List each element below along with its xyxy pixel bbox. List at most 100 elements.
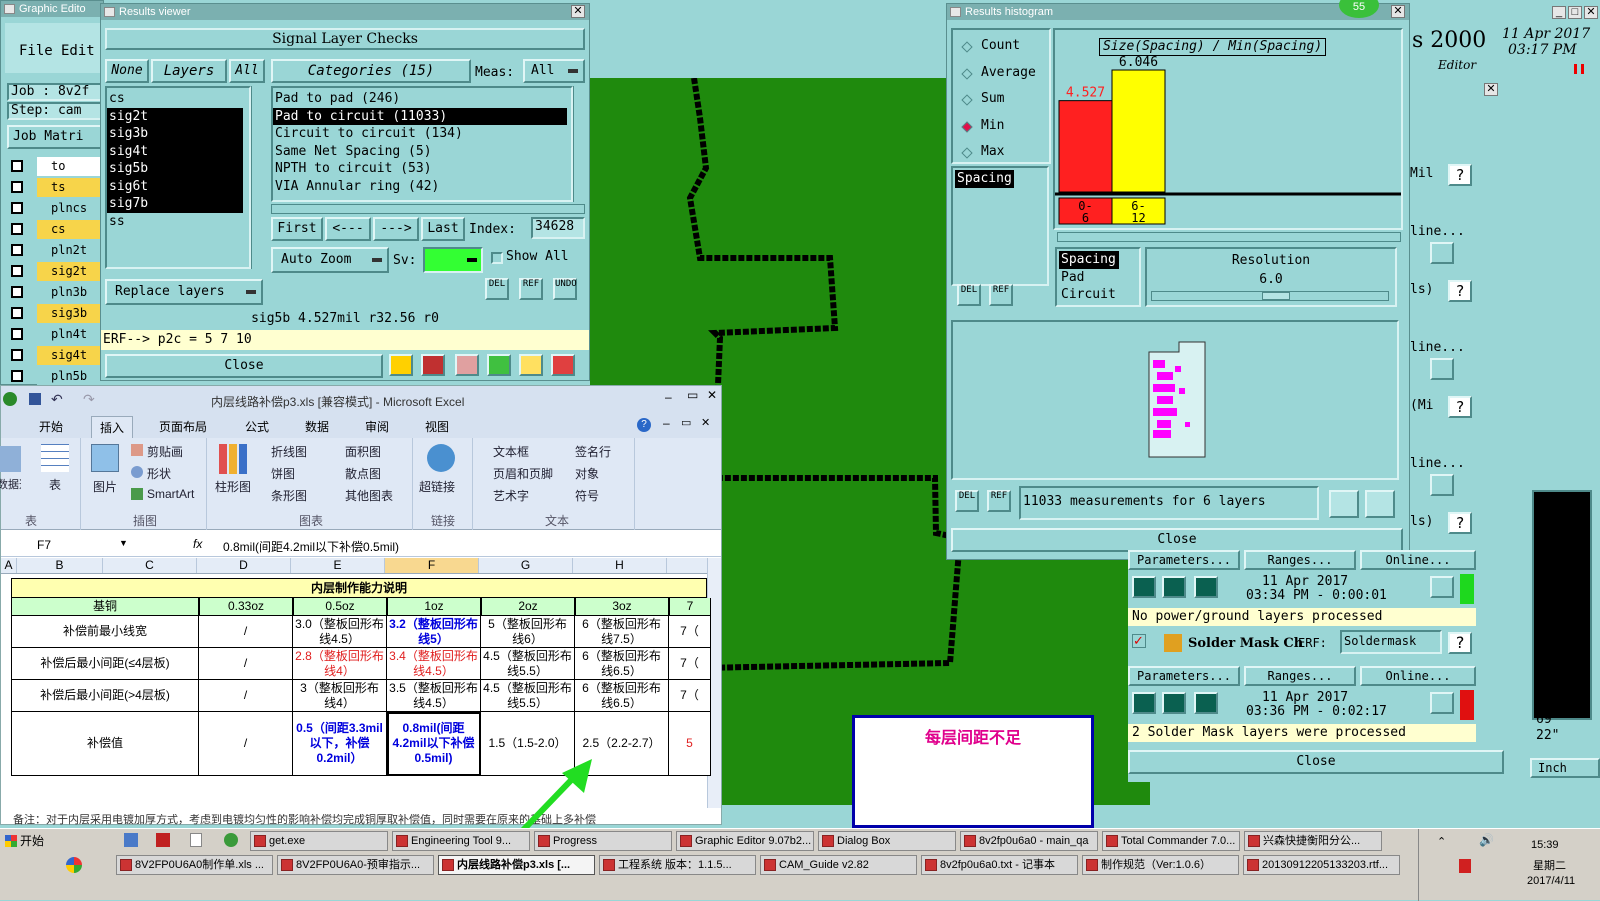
table-icon[interactable]	[41, 444, 69, 472]
category-item[interactable]: VIA Annular ring (42)	[273, 178, 567, 196]
close-icon[interactable]: ✕	[1391, 5, 1405, 18]
symbol-label[interactable]: 符号	[575, 487, 599, 504]
list-item-spacing[interactable]: Spacing	[955, 170, 1014, 188]
del-icon[interactable]: DEL	[955, 490, 979, 512]
zoom-icon[interactable]	[1430, 358, 1454, 380]
help-icon[interactable]: ?	[637, 418, 651, 432]
type-item[interactable]: Circuit	[1059, 286, 1137, 304]
chevron-down-icon[interactable]: ▼	[119, 538, 128, 548]
del-icon[interactable]: DEL	[957, 284, 981, 306]
table-cell[interactable]: /	[199, 616, 293, 648]
online-button-2[interactable]: Online...	[1360, 666, 1476, 686]
layer-name[interactable]: sig3b	[37, 304, 105, 323]
run-icon[interactable]	[1132, 576, 1156, 598]
close-icon[interactable]: ✕	[707, 388, 717, 402]
close-icon[interactable]: ✕	[1584, 6, 1598, 19]
categories-list[interactable]: Pad to pad (246) Pad to circuit (11033) Ci…	[271, 86, 573, 202]
bar-chart-label[interactable]: 条形图	[271, 487, 307, 504]
layer-name[interactable]: pln4t	[37, 325, 105, 344]
slider-thumb[interactable]	[1262, 292, 1290, 300]
menu-edit[interactable]: Edit	[61, 43, 95, 59]
replace-layers-dropdown[interactable]: Replace layers	[105, 279, 263, 305]
row-label[interactable]: 补偿前最小线宽	[11, 616, 199, 648]
pivot-table-label[interactable]: 数据透视表	[0, 476, 21, 492]
layer-item[interactable]: sig7b	[107, 195, 243, 213]
table-cell[interactable]: 3（整板回形布线4）	[293, 680, 387, 712]
taskbar-button[interactable]: 20130912205133203.rtf...	[1243, 855, 1400, 875]
layer-name[interactable]: pln3b	[37, 283, 105, 302]
zoom-icon[interactable]	[1430, 576, 1454, 598]
name-box[interactable]: F7	[37, 538, 51, 552]
minimize-icon[interactable]: _	[1552, 6, 1566, 19]
layer-row[interactable]: sig4t	[7, 346, 105, 365]
layer-row[interactable]: pln2t	[7, 241, 105, 260]
layer-checkbox[interactable]	[11, 370, 23, 382]
header-cell[interactable]: 2oz	[481, 598, 575, 616]
undo-icon[interactable]: ↶	[51, 391, 63, 408]
row-label[interactable]: 补偿后最小间距(>4层板)	[11, 680, 199, 712]
ribbon-tab[interactable]: 插入	[91, 416, 134, 438]
layer-item[interactable]: sig5b	[107, 160, 243, 178]
quicklaunch-icon[interactable]	[124, 833, 138, 847]
taskbar-button[interactable]: Engineering Tool 9...	[392, 831, 530, 851]
taskbar-button[interactable]: 8V2FP0U6A0-预审指示...	[277, 855, 434, 875]
row-label[interactable]: 补偿后最小间距(≤4层板)	[11, 648, 199, 680]
layer-row[interactable]: plncs	[7, 199, 105, 218]
column-header[interactable]: C	[103, 558, 197, 573]
header-cell[interactable]: 基铜	[11, 598, 199, 616]
category-item[interactable]: Circuit to circuit (134)	[273, 125, 567, 143]
wordart-label[interactable]: 艺术字	[493, 487, 529, 504]
table-title[interactable]: 内层制作能力说明	[11, 578, 707, 598]
mode-radio[interactable]: Average	[961, 65, 1051, 83]
layer-item[interactable]: ss	[107, 213, 243, 231]
all-button[interactable]: All	[229, 59, 265, 83]
table-cell[interactable]: 3.0（整板回形布线4.5）	[293, 616, 387, 648]
del-icon[interactable]: DEL	[485, 278, 509, 300]
layer-name[interactable]: pln2t	[37, 241, 105, 260]
table-cell[interactable]: 7（	[669, 680, 711, 712]
solder-checkbox[interactable]: ✓	[1132, 634, 1146, 648]
layer-row[interactable]: sig2t	[7, 262, 105, 281]
excel-titlebar[interactable]: ↶ ↷ 内层线路补偿p3.xls [兼容模式] - Microsoft Exce…	[1, 386, 721, 414]
parameters-button-2[interactable]: Parameters...	[1128, 666, 1240, 686]
maximize-icon[interactable]: ▭	[687, 388, 698, 402]
zoom-icon[interactable]	[1430, 474, 1454, 496]
row-label[interactable]: 补偿值	[11, 712, 199, 776]
print-icon[interactable]	[1365, 490, 1395, 518]
smartart-icon[interactable]	[131, 488, 143, 500]
layer-row[interactable]: pln5b	[7, 367, 105, 386]
table-cell[interactable]: 4.5（整板回形布线5.5）	[481, 648, 575, 680]
pie-chart-label[interactable]: 饼图	[271, 465, 295, 482]
clipart-icon[interactable]	[131, 444, 143, 456]
quicklaunch-icon[interactable]	[224, 833, 238, 847]
table-cell[interactable]: 7（	[669, 616, 711, 648]
layer-checkbox[interactable]	[11, 202, 23, 214]
show-all-checkbox[interactable]	[491, 252, 503, 264]
layer-checkbox[interactable]	[11, 160, 23, 172]
object-label[interactable]: 对象	[575, 465, 599, 482]
help-icon[interactable]: ?	[1448, 632, 1472, 654]
job-matrix-button[interactable]: Job Matri	[7, 125, 105, 149]
table-cell[interactable]: 3.5（整板回形布线4.5）	[387, 680, 481, 712]
sheet-grid[interactable]: 内层制作能力说明 基铜 0.33oz 0.5oz 1oz 2oz 3oz 7 补偿前最小线宽/3…	[11, 578, 711, 808]
other-charts-label[interactable]: 其他图表	[345, 487, 393, 504]
taskbar-button[interactable]: 8V2FP0U6A0制作单.xls ...	[116, 855, 273, 875]
layer-item[interactable]: sig6t	[107, 177, 243, 195]
layer-name[interactable]: to	[37, 157, 105, 176]
table-cell[interactable]: 5	[669, 712, 711, 776]
chart-icon[interactable]	[551, 354, 575, 376]
table-cell[interactable]: 6（整板回形布线6.5）	[575, 680, 669, 712]
zoom-icon[interactable]	[1430, 242, 1454, 264]
ranges-button[interactable]: Ranges...	[1244, 550, 1356, 570]
meas-dropdown[interactable]: All	[523, 59, 585, 83]
layer-checkbox[interactable]	[11, 307, 23, 319]
hyperlink-icon[interactable]	[427, 444, 455, 472]
layer-row[interactable]: to	[7, 157, 105, 176]
column-header[interactable]: A	[1, 558, 17, 573]
restore-icon[interactable]: ▭	[681, 416, 691, 429]
taskbar-button[interactable]: get.exe	[250, 831, 388, 851]
column-header[interactable]: B	[17, 558, 103, 573]
taskbar-button[interactable]: 内层线路补偿p3.xls [...	[438, 855, 595, 875]
maximize-icon[interactable]: □	[1568, 6, 1582, 19]
categories-scrollbar[interactable]	[573, 86, 585, 202]
